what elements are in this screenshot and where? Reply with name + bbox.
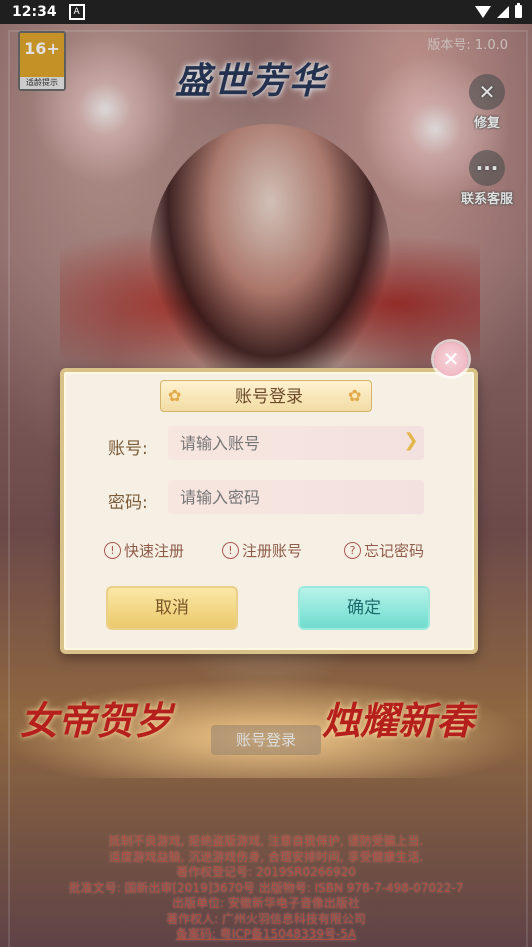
dialog-title: 账号登录 [235,387,303,407]
account-label: 账号: [108,439,148,459]
wifi-icon [475,5,491,18]
register-account-label: 注册账号 [242,542,303,560]
footer-line: 适度游戏益脑, 沉迷游戏伤身, 合理安排时间, 享受健康生活. [108,849,424,864]
password-label: 密码: [108,493,148,513]
register-account-link[interactable]: ! 注册账号 [222,540,302,561]
help-icon: ? [344,542,361,559]
notification-icon: A [68,4,85,20]
footer-line: 著作权登记号: 2019SR0266920 [176,865,356,879]
login-dialog: ✿ ✿ 账号登录 账号: ❯ 密码: ! 快速注册 ! 注册账号 ? 忘记密码 … [60,368,478,654]
footer-line: 批准文号: 国新出审[2019]3670号 出版物号: ISBN 978-7-4… [68,880,464,895]
info-icon: ! [222,542,239,559]
status-icons [475,3,522,18]
password-input[interactable] [168,480,424,514]
footer-line: 抵制不良游戏, 拒绝盗版游戏, 注意自我保护, 谨防受骗上当. [108,834,424,848]
cancel-button[interactable]: 取消 [106,586,238,630]
info-icon: ! [104,542,121,559]
banner-text-right: 烛耀新春 [322,698,475,743]
chevron-right-icon[interactable]: ❯ [400,430,422,452]
footer-line: 著作权人: 广州火羽信息科技有限公司 [166,911,366,926]
signal-icon [497,5,509,18]
footer-line: 出版单位: 安徽新华电子音像出版社 [172,896,360,910]
legal-footer: 抵制不良游戏, 拒绝盗版游戏, 注意自我保护, 谨防受骗上当. 适度游戏益脑, … [0,834,532,943]
banner-text-left: 女帝贺岁 [20,698,173,743]
forgot-password-label: 忘记密码 [364,542,425,560]
account-input[interactable] [168,426,424,460]
status-bar: 12:34 A [0,0,532,24]
confirm-button[interactable]: 确定 [298,586,430,630]
quick-register-link[interactable]: ! 快速注册 [104,540,184,561]
icp-link[interactable]: 备案码: 粤ICP备15048339号-5A [0,927,532,943]
quick-register-label: 快速注册 [124,542,185,560]
status-time: 12:34 [12,4,57,20]
account-login-button[interactable]: 账号登录 [211,725,321,755]
close-icon[interactable]: ✕ [434,342,468,376]
battery-icon [515,3,522,18]
forgot-password-link[interactable]: ? 忘记密码 [344,540,424,561]
